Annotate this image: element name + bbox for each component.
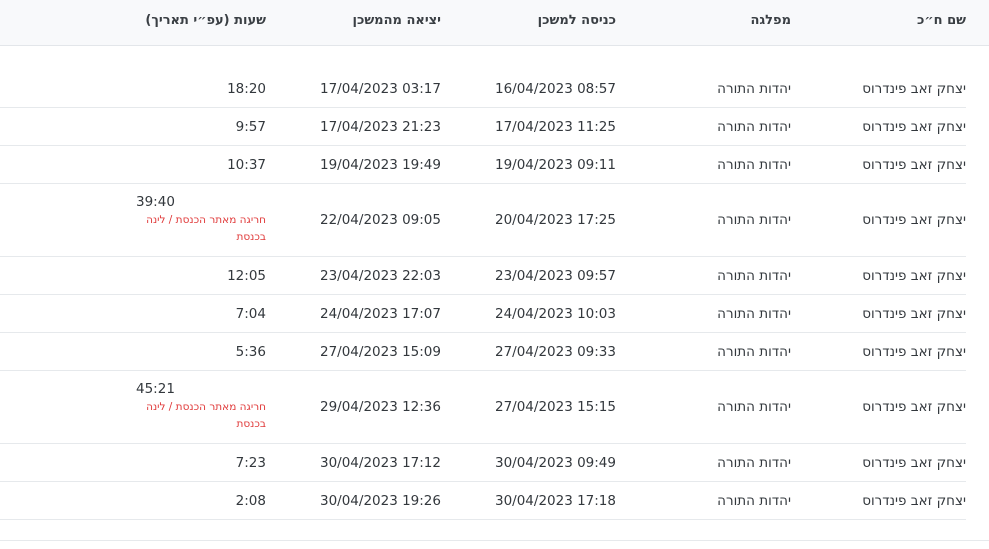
hours-cell: 10:37 (227, 146, 266, 183)
table-row: יצחק זאב פינדרוס יהדות התורה 20/04/2023 17… (0, 184, 966, 257)
hours-value: 5:36 (235, 343, 266, 360)
entry-time-cell: 27/04/2023 15:15 (494, 399, 616, 415)
entry-time-cell: 16/04/2023 08:57 (494, 80, 616, 97)
hours-cell: 5:36 (236, 333, 266, 370)
header-name[interactable]: שם ח״כ (917, 13, 966, 28)
department-cell: יהדות התורה (717, 118, 791, 135)
table-row: יצחק זאב פינדרוס יהדות התורה 17/04/2023 11… (0, 108, 966, 146)
mk-name-cell: יצחק זאב פינדרוס (862, 492, 966, 509)
department-cell: יהדות התורה (717, 156, 791, 173)
mk-name-cell: יצחק זאב פינדרוס (862, 305, 966, 322)
mk-name-cell: יצחק זאב פינדרוס (862, 399, 966, 415)
department-cell: יהדות התורה (717, 492, 791, 509)
department-cell: יהדות התורה (717, 212, 791, 228)
entry-time-cell: 17/04/2023 11:25 (494, 118, 616, 135)
exit-time-cell: 23/04/2023 22:03 (319, 267, 441, 284)
table-row: יצחק זאב פינדרוס יהדות התורה 19/04/2023 09… (0, 146, 966, 184)
department-cell: יהדות התורה (717, 343, 791, 360)
hours-cell: 7:04 (236, 295, 266, 332)
header-department[interactable]: מפלגה (750, 13, 791, 28)
mk-name-cell: יצחק זאב פינדרוס (862, 118, 966, 135)
mk-name-cell: יצחק זאב פינדרוס (862, 267, 966, 284)
hours-cell: 9:57 (236, 108, 266, 145)
table-row: יצחק זאב פינדרוס יהדות התורה 16/04/2023 08… (0, 70, 966, 108)
department-cell: יהדות התורה (717, 454, 791, 471)
table-bottom-divider (0, 540, 989, 541)
table-row: יצחק זאב פינדרוס יהדות התורה 24/04/2023 10… (0, 295, 966, 333)
hours-value: 45:21 (136, 381, 175, 397)
entry-time-cell: 30/04/2023 09:49 (494, 454, 616, 471)
hours-value: 2:08 (235, 492, 266, 509)
hours-value: 10:37 (227, 156, 266, 173)
department-cell: יהדות התורה (717, 305, 791, 322)
table-body: יצחק זאב פינדרוס יהדות התורה 16/04/2023 08… (0, 70, 966, 520)
department-cell: יהדות התורה (717, 267, 791, 284)
hours-value: 7:04 (235, 305, 266, 322)
table-row: יצחק זאב פינדרוס יהדות התורה 30/04/2023 09… (0, 444, 966, 482)
hours-cell: 18:20 (227, 70, 266, 107)
hours-cell: 7:23 (236, 444, 266, 481)
mk-name-cell: יצחק זאב פינדרוס (862, 156, 966, 173)
exit-time-cell: 17/04/2023 03:17 (319, 80, 441, 97)
exit-time-cell: 24/04/2023 17:07 (319, 305, 441, 322)
hours-value: 12:05 (227, 267, 266, 284)
exit-time-cell: 17/04/2023 21:23 (319, 118, 441, 135)
header-hours[interactable]: שעות (עפ״י תאריך) (145, 13, 266, 28)
entry-time-cell: 23/04/2023 09:57 (494, 267, 616, 284)
table-row: יצחק זאב פינדרוס יהדות התורה 23/04/2023 09… (0, 257, 966, 295)
exit-time-cell: 30/04/2023 17:12 (319, 454, 441, 471)
table-row: יצחק זאב פינדרוס יהדות התורה 30/04/2023 17… (0, 482, 966, 520)
exit-time-cell: 22/04/2023 09:05 (319, 212, 441, 228)
hours-value: 18:20 (227, 80, 266, 97)
entry-time-cell: 20/04/2023 17:25 (494, 212, 616, 228)
entry-time-cell: 27/04/2023 09:33 (494, 343, 616, 360)
table-header: שם ח״כ מפלגה כניסה למשכן יציאה מהמשכן שע… (0, 0, 989, 46)
mk-name-cell: יצחק זאב פינדרוס (862, 212, 966, 228)
hours-value: 9:57 (235, 118, 266, 135)
attendance-page: שם ח״כ מפלגה כניסה למשכן יציאה מהמשכן שע… (0, 0, 989, 549)
hours-cell: 12:05 (227, 257, 266, 294)
entry-time-cell: 30/04/2023 17:18 (494, 492, 616, 509)
table-row: יצחק זאב פינדרוס יהדות התורה 27/04/2023 09… (0, 333, 966, 371)
hours-value: 7:23 (235, 454, 266, 471)
overstay-warning-note: חריגה מאתר הכנסת / לינה בכנסת (146, 214, 266, 243)
hours-cell: 2:08 (236, 482, 266, 519)
exit-time-cell: 30/04/2023 19:26 (319, 492, 441, 509)
hours-value: 39:40 (136, 194, 175, 210)
department-cell: יהדות התורה (717, 80, 791, 97)
entry-time-cell: 24/04/2023 10:03 (494, 305, 616, 322)
hours-cell: 45:21 חריגה מאתר הכנסת / לינה בכנסת (136, 371, 266, 443)
mk-name-cell: יצחק זאב פינדרוס (862, 343, 966, 360)
mk-name-cell: יצחק זאב פינדרוס (862, 454, 966, 471)
department-cell: יהדות התורה (717, 399, 791, 415)
header-entry[interactable]: כניסה למשכן (538, 13, 616, 28)
header-exit[interactable]: יציאה מהמשכן (353, 13, 442, 28)
exit-time-cell: 29/04/2023 12:36 (319, 399, 441, 415)
hours-cell: 39:40 חריגה מאתר הכנסת / לינה בכנסת (136, 184, 266, 256)
exit-time-cell: 27/04/2023 15:09 (319, 343, 441, 360)
mk-name-cell: יצחק זאב פינדרוס (862, 80, 966, 97)
entry-time-cell: 19/04/2023 09:11 (494, 156, 616, 173)
overstay-warning-note: חריגה מאתר הכנסת / לינה בכנסת (146, 401, 266, 430)
table-row: יצחק זאב פינדרוס יהדות התורה 27/04/2023 15… (0, 371, 966, 444)
exit-time-cell: 19/04/2023 19:49 (319, 156, 441, 173)
